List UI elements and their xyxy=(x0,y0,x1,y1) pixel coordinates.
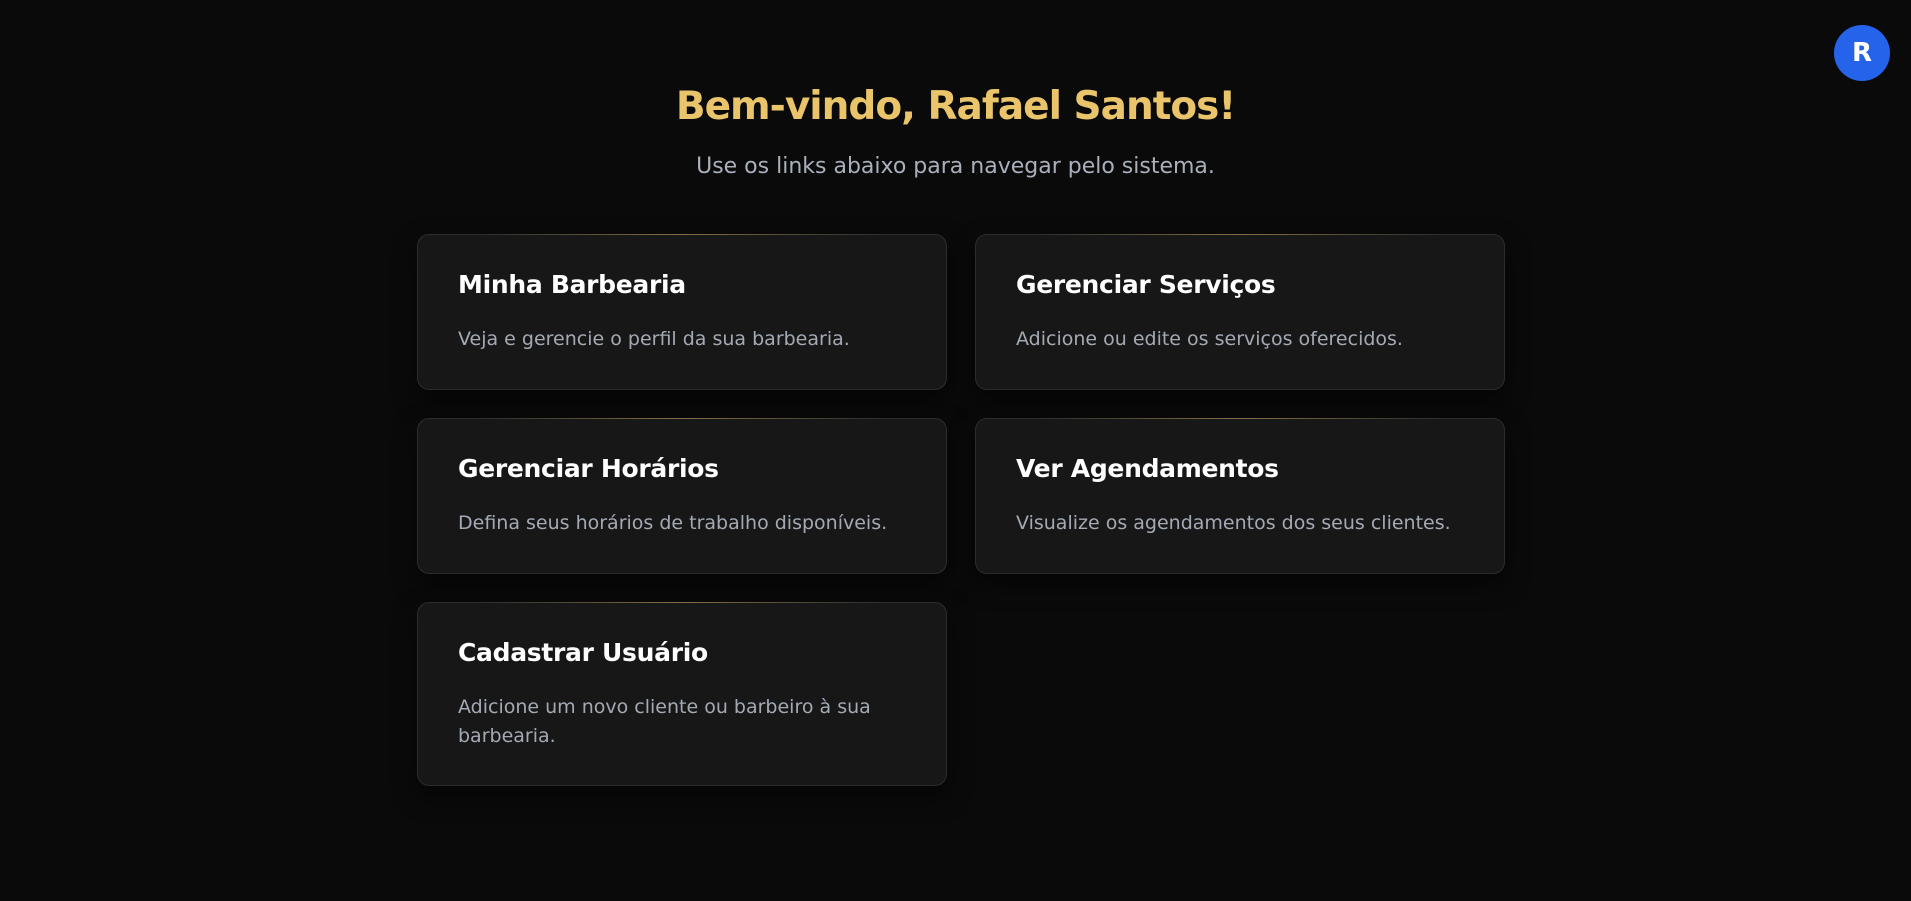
card-description: Defina seus horários de trabalho disponí… xyxy=(458,512,888,534)
card-title: Minha Barbearia xyxy=(458,270,686,299)
card-description: Visualize os agendamentos dos seus clien… xyxy=(1016,512,1451,534)
card-description: Adicione ou edite os serviços oferecidos… xyxy=(1016,328,1403,350)
user-avatar[interactable]: R xyxy=(1834,25,1890,81)
navigation-cards: Minha Barbearia Veja e gerencie o perfil… xyxy=(417,234,1505,786)
card-gerenciar-servicos[interactable]: Gerenciar Serviços Adicione ou edite os … xyxy=(975,234,1505,390)
card-title: Gerenciar Serviços xyxy=(1016,270,1276,299)
card-description: Veja e gerencie o perfil da sua barbeari… xyxy=(458,328,850,350)
card-description: Adicione um novo cliente ou barbeiro à s… xyxy=(458,696,871,747)
welcome-title: Bem-vindo, Rafael Santos! xyxy=(675,84,1236,129)
card-gerenciar-horarios[interactable]: Gerenciar Horários Defina seus horários … xyxy=(417,418,947,574)
card-ver-agendamentos[interactable]: Ver Agendamentos Visualize os agendament… xyxy=(975,418,1505,574)
card-cadastrar-usuario[interactable]: Cadastrar Usuário Adicione um novo clien… xyxy=(417,602,947,786)
avatar-initial: R xyxy=(1851,38,1873,68)
card-title: Cadastrar Usuário xyxy=(458,638,708,667)
dashboard-page: R Bem-vindo, Rafael Santos! Use os links… xyxy=(0,0,1911,901)
card-title: Ver Agendamentos xyxy=(1016,454,1279,483)
card-minha-barbearia[interactable]: Minha Barbearia Veja e gerencie o perfil… xyxy=(417,234,947,390)
card-title: Gerenciar Horários xyxy=(458,454,719,483)
welcome-subtitle: Use os links abaixo para navegar pelo si… xyxy=(696,154,1215,179)
